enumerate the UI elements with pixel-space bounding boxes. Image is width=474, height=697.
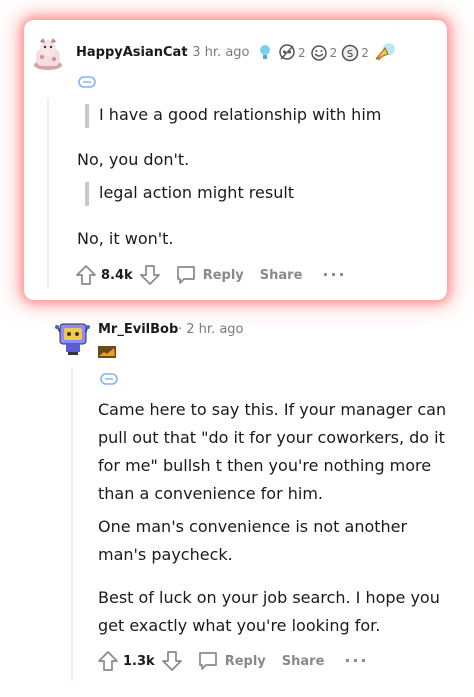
award-count: 2 (361, 46, 369, 60)
award-count: 2 (298, 46, 306, 60)
thread-line[interactable] (71, 366, 73, 682)
laugh-award-icon: 2 (310, 44, 338, 62)
chat-bubble-icon (198, 652, 217, 670)
comment-paragraph: Came here to say this. If your manager c… (98, 400, 447, 503)
share-button[interactable]: Share (282, 654, 325, 669)
timestamp[interactable]: · 3 hr. ago (184, 45, 250, 60)
avatar[interactable] (32, 37, 64, 71)
comment-actions: 8.4k Reply Share ··· (75, 264, 347, 286)
comment-text: No, it won't. (77, 229, 174, 248)
avatar[interactable] (54, 318, 90, 356)
share-label: Share (281, 653, 325, 669)
share-label: Share (259, 267, 303, 283)
vote-score: 8.4k (101, 267, 133, 283)
downvote-icon[interactable] (139, 264, 161, 286)
comment-paragraph: Best of luck on your job search. I hope … (98, 588, 440, 635)
thread-line[interactable] (47, 98, 49, 288)
svg-text:S: S (347, 49, 353, 60)
username[interactable]: HappyAsianCat (76, 45, 188, 60)
downvote-icon[interactable] (161, 650, 183, 672)
quote-text: legal action might result (99, 183, 295, 202)
chart-flair-icon (98, 346, 116, 358)
rocket-award-icon (373, 42, 399, 64)
collapse-icon[interactable] (78, 76, 96, 88)
quoted-text: legal action might result (85, 182, 294, 206)
silver-award-icon: S 2 (341, 44, 369, 62)
chat-bubble-icon (176, 266, 195, 284)
skull-award-icon: 2 (278, 44, 306, 62)
quote-text: I have a good relationship with him (99, 105, 382, 124)
reply-button[interactable]: Reply (175, 264, 244, 286)
awards-row[interactable]: 2 2 S 2 (258, 42, 403, 64)
vote-score: 1.3k (123, 653, 155, 669)
collapse-icon[interactable] (100, 373, 118, 385)
reply-button[interactable]: Reply (197, 650, 266, 672)
upvote-icon[interactable] (75, 264, 97, 286)
quoted-text: I have a good relationship with him (85, 104, 381, 128)
upvote-icon[interactable] (97, 650, 119, 672)
reply-label: Reply (224, 653, 266, 669)
share-button[interactable]: Share (260, 268, 303, 283)
more-options-button[interactable]: ··· (344, 653, 368, 669)
more-options-button[interactable]: ··· (322, 267, 346, 283)
comment-text: No, you don't. (77, 150, 190, 169)
lightbulb-award-icon (258, 44, 274, 62)
comment-paragraph: One man's convenience is not another man… (98, 517, 408, 564)
username[interactable]: Mr_EvilBob (98, 322, 178, 337)
comment-actions: 1.3k Reply Share ··· (97, 650, 369, 672)
award-count: 2 (329, 46, 338, 60)
timestamp[interactable]: · 2 hr. ago (178, 322, 244, 337)
reply-label: Reply (202, 267, 244, 283)
